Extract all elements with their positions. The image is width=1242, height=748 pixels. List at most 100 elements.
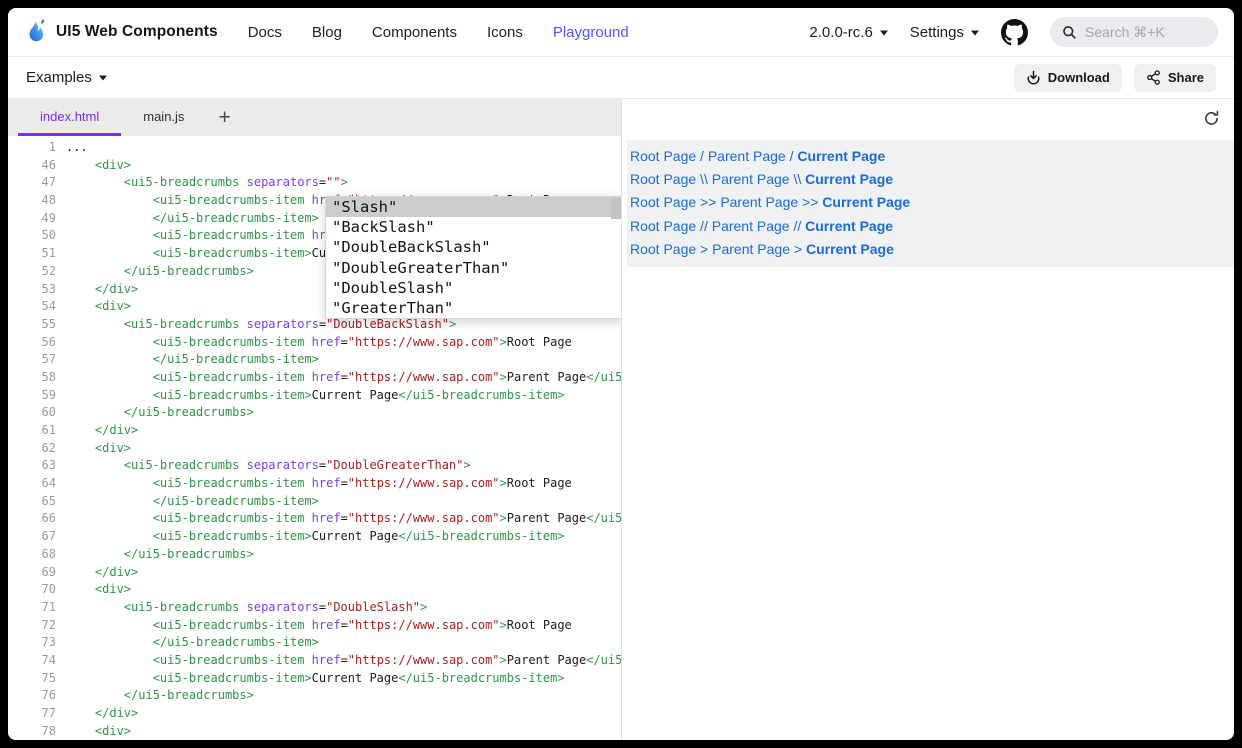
code-line-text: </div> bbox=[66, 564, 138, 582]
breadcrumb-current-page[interactable]: Current Page bbox=[805, 218, 893, 234]
code-line[interactable]: 61 </div> bbox=[8, 422, 621, 440]
breadcrumb-link[interactable]: Root Page bbox=[630, 218, 696, 234]
code-line[interactable]: 68 </ui5-breadcrumbs> bbox=[8, 546, 621, 564]
nav-link-playground[interactable]: Playground bbox=[553, 24, 629, 41]
autocomplete-option[interactable]: "DoubleBackSlash" bbox=[326, 237, 621, 257]
code-line[interactable]: 62 <div> bbox=[8, 440, 621, 458]
code-line[interactable]: 1... bbox=[8, 139, 621, 157]
code-area[interactable]: 1...46 <div>47 <ui5-breadcrumbs separato… bbox=[8, 136, 621, 740]
code-token: Parent Page bbox=[507, 370, 586, 384]
ui5-flame-logo-icon[interactable] bbox=[24, 18, 48, 46]
code-line[interactable]: 72 <ui5-breadcrumbs-item href="https://w… bbox=[8, 617, 621, 635]
settings-dropdown[interactable]: Settings bbox=[910, 24, 979, 41]
code-line[interactable]: 60 </ui5-breadcrumbs> bbox=[8, 404, 621, 422]
code-token bbox=[304, 193, 311, 207]
code-line[interactable]: 67 <ui5-breadcrumbs-item>Current Page</u… bbox=[8, 528, 621, 546]
code-line[interactable]: 46 <div> bbox=[8, 157, 621, 175]
breadcrumb-link[interactable]: Parent Page bbox=[712, 218, 790, 234]
code-line[interactable]: 56 <ui5-breadcrumbs-item href="https://w… bbox=[8, 334, 621, 352]
code-token: = bbox=[341, 653, 348, 667]
new-tab-button[interactable]: + bbox=[208, 99, 240, 136]
breadcrumb-current-page[interactable]: Current Page bbox=[806, 241, 894, 257]
examples-dropdown[interactable]: Examples bbox=[26, 69, 107, 86]
line-number: 51 bbox=[8, 245, 56, 263]
version-dropdown[interactable]: 2.0.0-rc.6 bbox=[809, 24, 887, 41]
code-token: separators bbox=[247, 600, 319, 614]
code-token: </div> bbox=[95, 565, 138, 579]
code-token bbox=[239, 317, 246, 331]
code-token: <ui5-breadcrumbs bbox=[124, 600, 240, 614]
code-line[interactable]: 64 <ui5-breadcrumbs-item href="https://w… bbox=[8, 475, 621, 493]
tab-index-html[interactable]: index.html bbox=[18, 99, 121, 136]
nav-link-docs[interactable]: Docs bbox=[248, 24, 282, 41]
code-token bbox=[66, 352, 153, 366]
autocomplete-option[interactable]: "DoubleSlash" bbox=[326, 278, 621, 298]
code-line-text: </ui5-breadcrumbs> bbox=[66, 263, 254, 281]
tab-main-js[interactable]: main.js bbox=[121, 99, 206, 136]
nav-link-icons[interactable]: Icons bbox=[487, 24, 523, 41]
autocomplete-option[interactable]: "BackSlash" bbox=[326, 217, 621, 237]
line-number: 55 bbox=[8, 316, 56, 334]
breadcrumb-current-page[interactable]: Current Page bbox=[797, 148, 885, 164]
breadcrumb-link[interactable]: Parent Page bbox=[712, 241, 790, 257]
autocomplete-option[interactable]: "GreaterThan" bbox=[326, 298, 621, 318]
editor-tabbar: index.htmlmain.js+ bbox=[8, 99, 621, 136]
code-token: > bbox=[500, 653, 507, 667]
line-number: 47 bbox=[8, 174, 56, 192]
breadcrumb-separator: / bbox=[786, 148, 798, 164]
breadcrumb-current-page[interactable]: Current Page bbox=[805, 171, 893, 187]
nav-link-components[interactable]: Components bbox=[372, 24, 457, 41]
line-number: 67 bbox=[8, 528, 56, 546]
code-token: = bbox=[341, 335, 348, 349]
code-line[interactable]: 77 </div> bbox=[8, 705, 621, 723]
code-line[interactable]: 71 <ui5-breadcrumbs separators="DoubleSl… bbox=[8, 599, 621, 617]
code-token: <div> bbox=[95, 299, 131, 313]
code-token bbox=[66, 175, 124, 189]
breadcrumb-link[interactable]: Root Page bbox=[630, 194, 696, 210]
code-token: "DoubleSlash" bbox=[326, 600, 420, 614]
breadcrumb-link[interactable]: Root Page bbox=[630, 171, 696, 187]
line-number: 76 bbox=[8, 687, 56, 705]
code-token bbox=[66, 335, 153, 349]
breadcrumb-link[interactable]: Root Page bbox=[630, 148, 696, 164]
breadcrumb-separator: > bbox=[790, 241, 806, 257]
download-button[interactable]: Download bbox=[1014, 64, 1122, 92]
breadcrumb-link[interactable]: Root Page bbox=[630, 241, 696, 257]
code-line[interactable]: 47 <ui5-breadcrumbs separators=""> bbox=[8, 174, 621, 192]
autocomplete-option[interactable]: "Slash" bbox=[326, 197, 621, 217]
refresh-icon[interactable] bbox=[1203, 110, 1220, 127]
brand-title[interactable]: UI5 Web Components bbox=[56, 23, 218, 41]
code-line-text: <div> bbox=[66, 157, 131, 175]
code-line-text: </ui5-breadcrumbs> bbox=[66, 404, 254, 422]
breadcrumb-current-page[interactable]: Current Page bbox=[822, 194, 910, 210]
code-line[interactable]: 78 <div> bbox=[8, 723, 621, 740]
autocomplete-scrollbar-thumb[interactable] bbox=[611, 198, 621, 219]
code-line[interactable]: 74 <ui5-breadcrumbs-item href="https://w… bbox=[8, 652, 621, 670]
code-line-text: <ui5-breadcrumbs-item href="https://www.… bbox=[66, 652, 621, 670]
github-icon[interactable] bbox=[1001, 19, 1028, 46]
code-line[interactable]: 59 <ui5-breadcrumbs-item>Current Page</u… bbox=[8, 387, 621, 405]
code-line[interactable]: 73 </ui5-breadcrumbs-item> bbox=[8, 634, 621, 652]
autocomplete-option[interactable]: "DoubleGreaterThan" bbox=[326, 258, 621, 278]
code-line[interactable]: 66 <ui5-breadcrumbs-item href="https://w… bbox=[8, 510, 621, 528]
code-line[interactable]: 65 </ui5-breadcrumbs-item> bbox=[8, 493, 621, 511]
examples-toolbar: Examples Download Share bbox=[8, 57, 1234, 99]
nav-link-blog[interactable]: Blog bbox=[312, 24, 342, 41]
code-line[interactable]: 58 <ui5-breadcrumbs-item href="https://w… bbox=[8, 369, 621, 387]
share-button[interactable]: Share bbox=[1134, 64, 1216, 92]
code-line[interactable]: 69 </div> bbox=[8, 564, 621, 582]
breadcrumb-link[interactable]: Parent Page bbox=[708, 148, 786, 164]
code-line-text: <ui5-breadcrumbs separators=""> bbox=[66, 174, 348, 192]
code-line[interactable]: 76 </ui5-breadcrumbs> bbox=[8, 687, 621, 705]
breadcrumb-link[interactable]: Parent Page bbox=[712, 171, 790, 187]
code-line[interactable]: 70 <div> bbox=[8, 581, 621, 599]
breadcrumb-link[interactable]: Parent Page bbox=[720, 194, 798, 210]
line-number: 1 bbox=[8, 139, 56, 157]
code-token bbox=[66, 529, 153, 543]
code-line[interactable]: 57 </ui5-breadcrumbs-item> bbox=[8, 351, 621, 369]
code-line[interactable]: 63 <ui5-breadcrumbs separators="DoubleGr… bbox=[8, 457, 621, 475]
code-line[interactable]: 75 <ui5-breadcrumbs-item>Current Page</u… bbox=[8, 670, 621, 688]
code-token bbox=[304, 476, 311, 490]
code-token: <ui5-breadcrumbs-item bbox=[153, 618, 305, 632]
search-input[interactable]: Search ⌘+K bbox=[1050, 17, 1218, 47]
